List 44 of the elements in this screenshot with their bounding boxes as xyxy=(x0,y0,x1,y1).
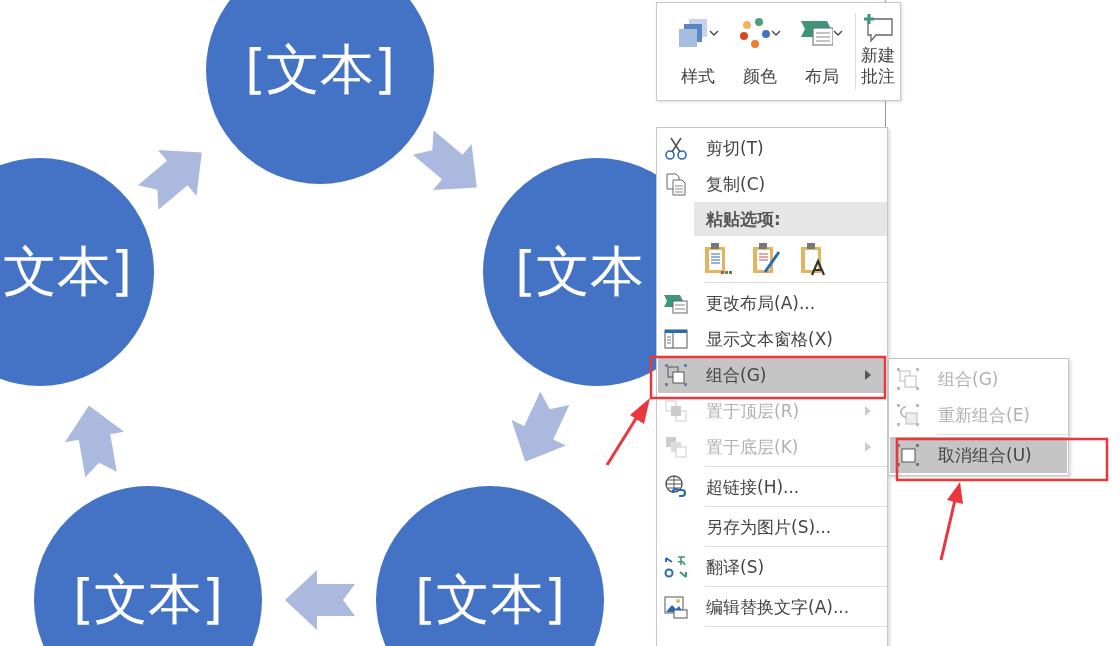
comment-plus-icon xyxy=(862,13,894,43)
caret-icon xyxy=(771,29,781,37)
text-pane-icon xyxy=(664,327,688,351)
caret-icon xyxy=(709,29,719,37)
menu-item[interactable]: 剪切(T) xyxy=(658,130,886,166)
layout-button[interactable]: 布局 xyxy=(791,9,853,94)
caret-icon xyxy=(833,29,843,37)
menu-item[interactable]: 取消组合(U) xyxy=(890,437,1067,473)
scissors-icon xyxy=(664,136,688,160)
color-dots-icon xyxy=(739,17,771,49)
send-back-icon xyxy=(664,435,688,459)
node-text: [文本] xyxy=(72,566,224,633)
ungroup-icon xyxy=(896,443,920,467)
layers-icon xyxy=(677,17,709,49)
menu-item[interactable]: 翻译(S) xyxy=(658,549,886,585)
group-icon xyxy=(664,363,688,387)
globe-link-icon xyxy=(664,475,688,499)
image-icon xyxy=(664,595,688,619)
node-text: [文本] xyxy=(414,566,566,633)
styles-button[interactable]: 样式 xyxy=(667,9,729,94)
menu-item[interactable]: 编辑替换文字(A)... xyxy=(658,589,886,625)
submenu-arrow-icon xyxy=(864,369,872,381)
new-comment-button[interactable]: 新建批注 xyxy=(858,9,898,94)
regroup-icon xyxy=(896,403,920,427)
paste-keep-format-icon[interactable] xyxy=(703,242,733,276)
annotation-arrow xyxy=(605,398,650,466)
submenu-arrow-icon xyxy=(864,405,872,417)
menu-item[interactable]: 组合(G) xyxy=(658,357,886,393)
copy-icon xyxy=(664,172,688,196)
colors-button[interactable]: 颜色 xyxy=(729,9,791,94)
node-text: [文本] xyxy=(244,36,396,103)
node-text: [文本 xyxy=(515,238,645,305)
bring-front-icon xyxy=(664,399,688,423)
submenu-arrow-icon xyxy=(864,441,872,453)
menu-item[interactable]: 另存为图片(S)... xyxy=(658,509,886,545)
menu-item[interactable]: 超链接(H)... xyxy=(658,469,886,505)
node-text: 文本] xyxy=(2,238,132,305)
menu-item[interactable]: 更改布局(A)... xyxy=(658,285,886,321)
menu-item[interactable]: 显示文本窗格(X) xyxy=(658,321,886,357)
menu-item[interactable]: 复制(C) xyxy=(658,166,886,202)
group-icon xyxy=(896,367,920,391)
arrow-shape xyxy=(285,570,355,630)
paste-merge-format-icon[interactable] xyxy=(751,242,781,276)
menu-section-header: 粘贴选项: xyxy=(694,202,887,236)
